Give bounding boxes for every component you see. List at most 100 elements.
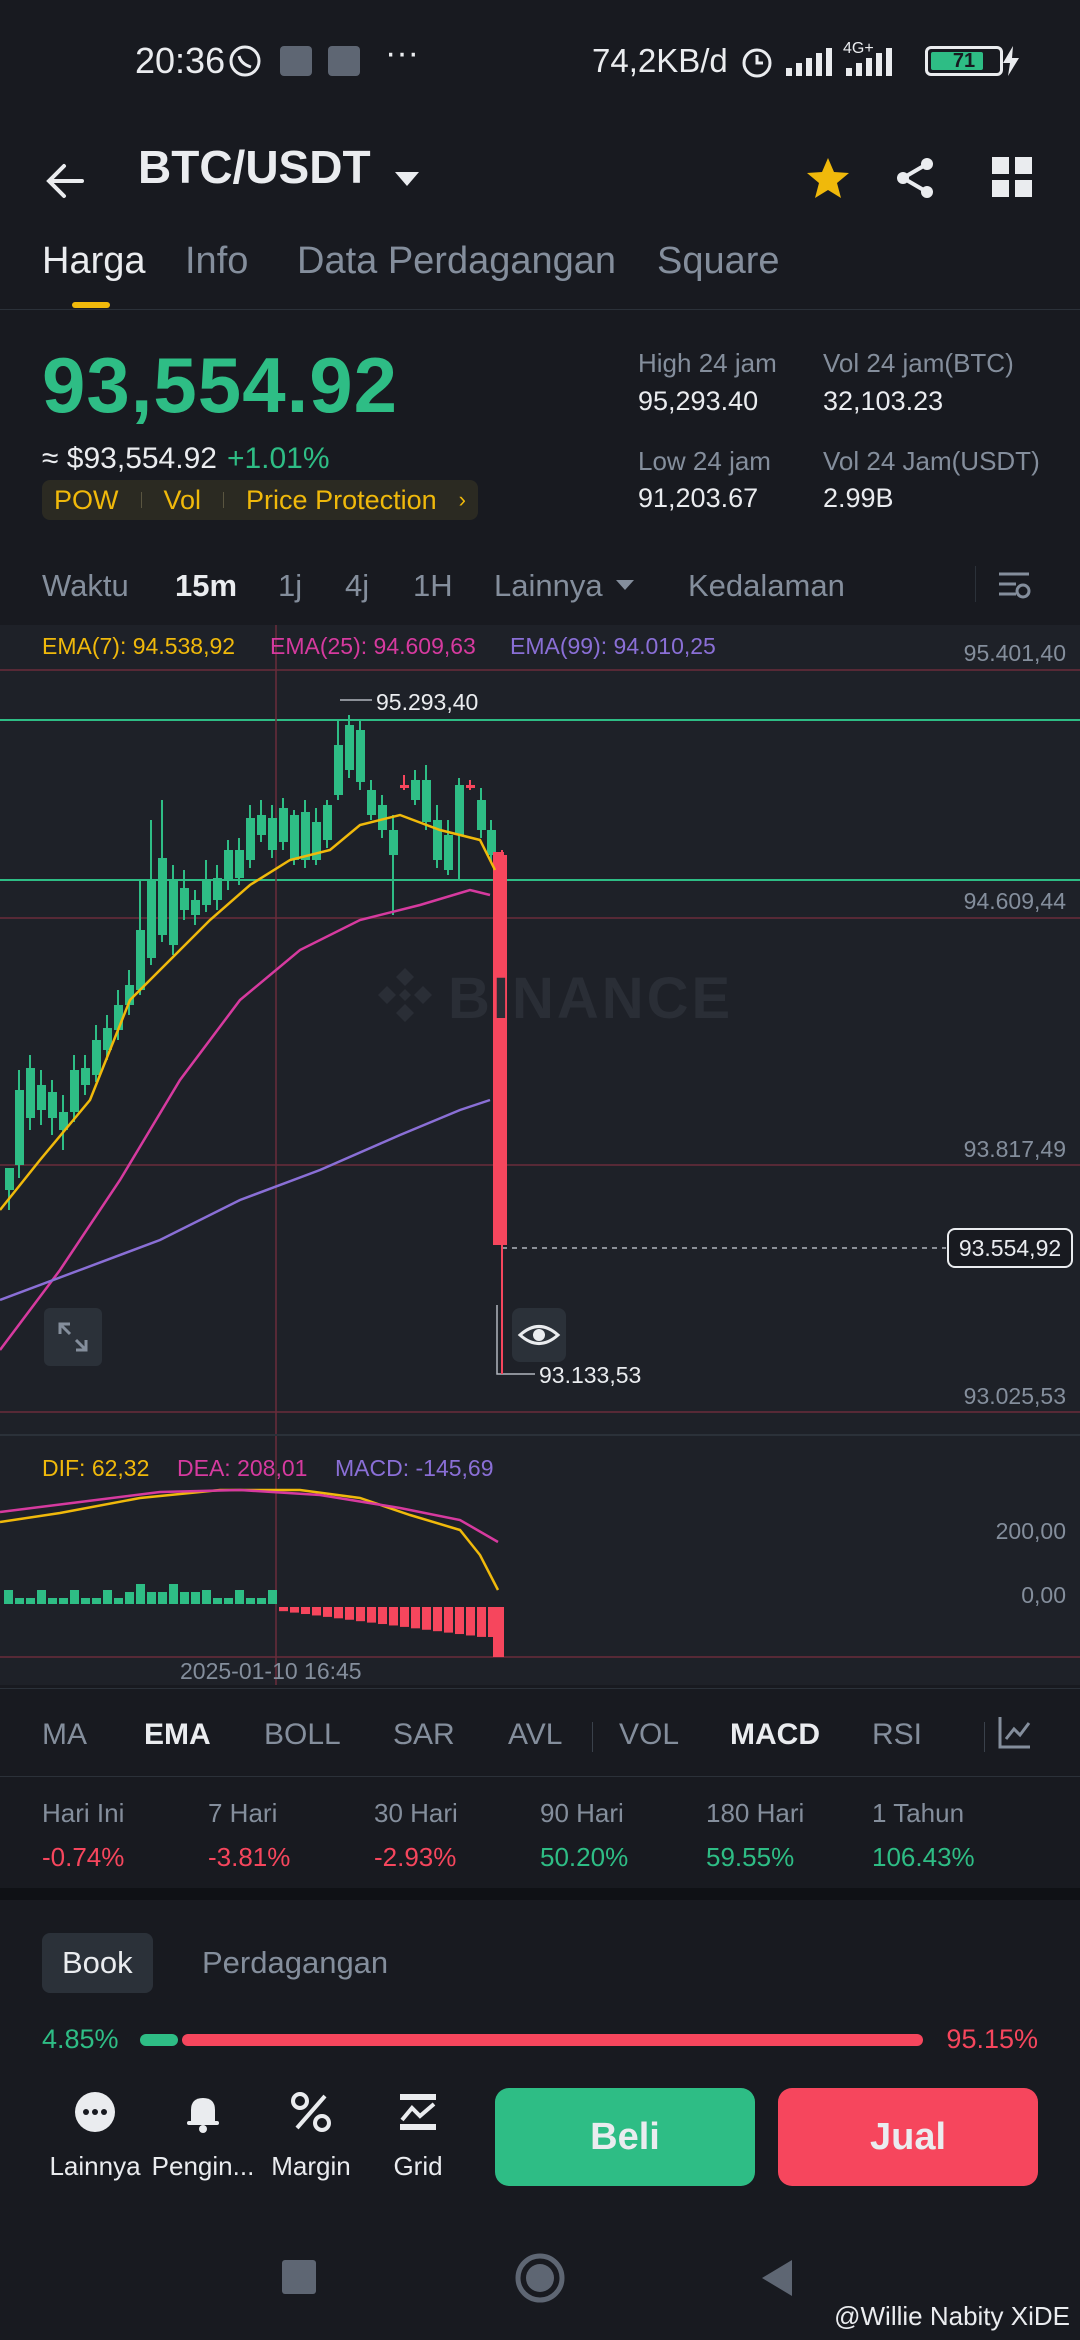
macd-histogram-bar bbox=[213, 1598, 222, 1604]
chip-vol[interactable]: Vol bbox=[164, 485, 202, 516]
interval-lainnya[interactable]: Lainnya bbox=[494, 568, 603, 604]
indicator-rsi[interactable]: RSI bbox=[872, 1718, 922, 1752]
more-label: Lainnya bbox=[49, 2151, 141, 2181]
buy-button[interactable]: Beli bbox=[495, 2088, 755, 2186]
candle-body bbox=[389, 830, 398, 855]
candle-body bbox=[48, 1092, 57, 1118]
high-marker-label: 95.293,40 bbox=[376, 689, 479, 715]
depth-tab[interactable]: Kedalaman bbox=[688, 568, 845, 604]
low-marker-label: 93.133,53 bbox=[539, 1362, 642, 1388]
macd-histogram-bar bbox=[444, 1607, 453, 1633]
tab-perdagangan[interactable]: Perdagangan bbox=[182, 1933, 408, 1993]
network-speed: 74,2KB/d bbox=[592, 42, 728, 79]
macd-histogram-bar bbox=[378, 1607, 387, 1625]
visibility-button[interactable] bbox=[512, 1308, 566, 1362]
vol-btc-value: 32,103.23 bbox=[823, 386, 944, 416]
macd-histogram-bar bbox=[92, 1598, 101, 1604]
candle-body bbox=[400, 785, 409, 788]
high-24h-label: High 24 jam bbox=[638, 348, 777, 378]
macd-histogram-bar bbox=[191, 1592, 200, 1604]
home-icon[interactable] bbox=[514, 2252, 566, 2304]
macd-histogram-bar bbox=[268, 1590, 277, 1604]
indicator-avl[interactable]: AVL bbox=[508, 1718, 562, 1752]
chart-area[interactable] bbox=[0, 625, 1080, 1685]
tab-data-perdagangan[interactable]: Data Perdagangan bbox=[297, 240, 616, 283]
interval-waktu[interactable]: Waktu bbox=[42, 568, 129, 604]
recent-apps-icon[interactable] bbox=[282, 2260, 316, 2294]
interval-4j[interactable]: 4j bbox=[345, 568, 369, 604]
ema99-line bbox=[0, 1098, 491, 1302]
candle-body bbox=[180, 888, 189, 910]
tab-book[interactable]: Book bbox=[42, 1933, 153, 1993]
grid-menu-icon[interactable] bbox=[990, 155, 1034, 199]
macd-histogram-bar bbox=[169, 1584, 178, 1604]
back-nav-icon[interactable] bbox=[758, 2258, 794, 2298]
indicator-settings-icon[interactable] bbox=[996, 1713, 1034, 1751]
back-arrow-icon[interactable] bbox=[42, 158, 88, 204]
macd-histogram-bar bbox=[301, 1607, 310, 1615]
whatsapp-icon bbox=[229, 45, 261, 77]
macd-dif-line bbox=[0, 1488, 500, 1591]
fullscreen-button[interactable] bbox=[44, 1308, 102, 1366]
macd-histogram-bar bbox=[257, 1598, 266, 1604]
interval-15m[interactable]: 15m bbox=[175, 568, 237, 604]
macd-histogram-bar bbox=[224, 1598, 233, 1604]
macd-histogram-bar bbox=[367, 1607, 376, 1623]
tag-chips[interactable]: POW Vol Price Protection › bbox=[42, 480, 478, 520]
interval-1h[interactable]: 1H bbox=[413, 568, 453, 604]
candlestick-chart[interactable] bbox=[0, 625, 1080, 1685]
ema99-legend: EMA(99): 94.010,25 bbox=[510, 633, 716, 659]
candle-body bbox=[15, 1090, 24, 1165]
macd-histogram-bar bbox=[400, 1607, 409, 1627]
candle-body bbox=[301, 812, 310, 860]
indicator-sar[interactable]: SAR bbox=[393, 1718, 455, 1752]
macd-axis-label: 0,00 bbox=[1021, 1582, 1066, 1608]
macd-histogram-bar bbox=[356, 1607, 365, 1622]
macd-histogram-bar bbox=[389, 1607, 398, 1626]
chip-price-protection[interactable]: Price Protection bbox=[246, 485, 437, 516]
sell-percentage: 95.15% bbox=[946, 2024, 1038, 2054]
performance-value: 106.43% bbox=[872, 1842, 975, 1872]
macd-histogram-bar bbox=[466, 1607, 475, 1636]
performance-value: 59.55% bbox=[706, 1842, 795, 1872]
chart-settings-icon[interactable] bbox=[996, 566, 1032, 602]
star-icon[interactable] bbox=[805, 155, 851, 201]
candle-body bbox=[246, 818, 255, 860]
tab-info[interactable]: Info bbox=[185, 240, 248, 283]
more-notifications-icon: ··· bbox=[385, 34, 419, 72]
tab-harga[interactable]: Harga bbox=[42, 240, 146, 283]
performance-label: 180 Hari bbox=[706, 1798, 805, 1828]
share-icon[interactable] bbox=[893, 155, 939, 201]
indicator-ema[interactable]: EMA bbox=[144, 1718, 211, 1752]
sell-button[interactable]: Jual bbox=[778, 2088, 1038, 2186]
macd-histogram-bar bbox=[103, 1590, 112, 1604]
macd-histogram-bar bbox=[125, 1592, 134, 1604]
binance-logo-icon bbox=[378, 968, 432, 1022]
macd-value-legend: MACD: -145,69 bbox=[335, 1455, 494, 1481]
macd-dea-line bbox=[0, 1488, 499, 1544]
indicator-boll[interactable]: BOLL bbox=[264, 1718, 341, 1752]
trading-pair-title[interactable]: BTC/USDT bbox=[138, 140, 371, 194]
margin-action[interactable]: Margin bbox=[256, 2090, 366, 2182]
indicator-macd[interactable]: MACD bbox=[730, 1718, 820, 1752]
candle-body bbox=[433, 820, 442, 860]
performance-label: 30 Hari bbox=[374, 1798, 458, 1828]
more-action[interactable]: Lainnya bbox=[40, 2090, 150, 2182]
tab-square[interactable]: Square bbox=[657, 240, 780, 283]
grid-action[interactable]: Grid bbox=[363, 2090, 473, 2182]
low-24h-value: 91,203.67 bbox=[638, 483, 759, 513]
alert-action[interactable]: Pengin... bbox=[148, 2090, 258, 2182]
interval-1j[interactable]: 1j bbox=[278, 568, 302, 604]
chip-pow[interactable]: POW bbox=[54, 485, 119, 516]
macd-histogram-bar bbox=[81, 1598, 90, 1604]
current-price-tag: 93.554,92 bbox=[947, 1228, 1073, 1268]
chevron-right-icon: › bbox=[458, 487, 466, 512]
candle-body bbox=[235, 850, 244, 878]
indicator-vol[interactable]: VOL bbox=[619, 1718, 679, 1752]
indicator-ma[interactable]: MA bbox=[42, 1718, 87, 1752]
y-axis-label: 93.817,49 bbox=[963, 1136, 1066, 1162]
caret-down-icon[interactable] bbox=[392, 150, 422, 210]
y-axis-label: 93.025,53 bbox=[963, 1383, 1066, 1409]
macd-histogram-bar bbox=[477, 1607, 486, 1637]
signal-icon-2 bbox=[846, 44, 892, 76]
